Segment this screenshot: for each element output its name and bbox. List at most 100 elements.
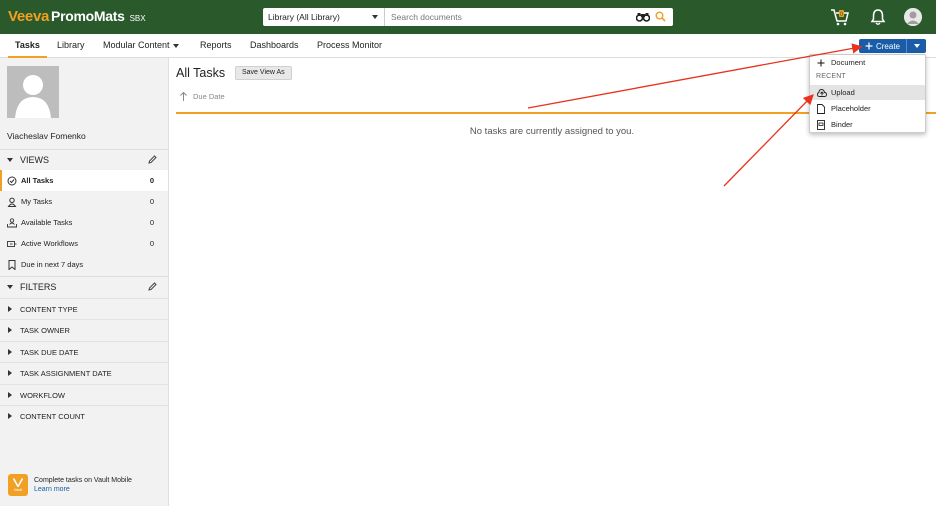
filters-section-header[interactable]: FILTERS bbox=[0, 276, 168, 296]
column-label: Due Date bbox=[193, 92, 225, 101]
filter-label: TASK ASSIGNMENT DATE bbox=[20, 368, 112, 378]
view-my-tasks[interactable]: My Tasks 0 bbox=[0, 191, 168, 212]
tab-tasks[interactable]: Tasks bbox=[8, 34, 47, 58]
logo-product: PromoMats bbox=[51, 8, 125, 24]
sidebar: Viacheslav Fomenko VIEWS All Tasks 0 My … bbox=[0, 58, 169, 506]
view-label: Available Tasks bbox=[21, 218, 73, 227]
create-dropdown-toggle[interactable] bbox=[907, 39, 926, 53]
tab-reports-label: Reports bbox=[200, 40, 232, 50]
search-bar: Library (All Library) bbox=[263, 8, 673, 26]
tab-process-monitor-label: Process Monitor bbox=[317, 40, 383, 50]
plus-icon bbox=[865, 42, 873, 50]
filter-label: CONTENT COUNT bbox=[20, 411, 85, 421]
people-tray-icon bbox=[7, 217, 17, 228]
search-scope-value: Library (All Library) bbox=[268, 12, 340, 22]
view-count: 0 bbox=[149, 197, 154, 206]
tab-dashboards-label: Dashboards bbox=[250, 40, 299, 50]
views-header-label: VIEWS bbox=[20, 154, 50, 165]
chevron-down-icon bbox=[372, 15, 378, 19]
filter-task-assignment-date[interactable]: TASK ASSIGNMENT DATE bbox=[0, 362, 168, 383]
create-label: Create bbox=[875, 41, 900, 51]
view-all-tasks[interactable]: All Tasks 0 bbox=[0, 170, 168, 191]
filter-task-due-date[interactable]: TASK DUE DATE bbox=[0, 341, 168, 362]
expand-triangle-icon bbox=[8, 392, 12, 398]
view-label: All Tasks bbox=[21, 176, 54, 185]
create-button[interactable]: Create bbox=[859, 39, 926, 53]
plus-icon bbox=[817, 59, 827, 67]
filter-label: WORKFLOW bbox=[20, 390, 65, 400]
sort-up-arrow-icon bbox=[180, 92, 187, 101]
search-input[interactable] bbox=[385, 8, 673, 26]
view-count: 0 bbox=[149, 218, 154, 227]
search-icon[interactable] bbox=[655, 11, 666, 24]
due-date-column-header[interactable]: Due Date bbox=[180, 92, 225, 101]
collapse-triangle-icon bbox=[7, 284, 13, 289]
cart-icon[interactable]: 0 bbox=[830, 8, 850, 28]
tab-library-label: Library bbox=[57, 40, 85, 50]
filter-label: TASK DUE DATE bbox=[20, 347, 79, 357]
collapse-triangle-icon bbox=[7, 157, 13, 162]
menu-item-label: Upload bbox=[831, 88, 855, 97]
create-dropdown-menu: Document RECENT Upload Placeholder Binde… bbox=[809, 54, 926, 133]
user-photo bbox=[7, 66, 59, 118]
menu-item-label: Placeholder bbox=[831, 104, 871, 113]
chevron-down-icon bbox=[913, 44, 920, 48]
search-scope-select[interactable]: Library (All Library) bbox=[263, 8, 385, 26]
chevron-down-icon bbox=[172, 43, 179, 48]
expand-triangle-icon bbox=[8, 370, 12, 376]
binoculars-icon[interactable] bbox=[635, 12, 651, 24]
tab-modular-content-label: Modular Content bbox=[103, 40, 170, 50]
person-icon bbox=[7, 197, 17, 207]
expand-triangle-icon bbox=[8, 349, 12, 355]
menu-item-upload[interactable]: Upload bbox=[810, 85, 925, 100]
filter-workflow[interactable]: WORKFLOW bbox=[0, 384, 168, 405]
view-available-tasks[interactable]: Available Tasks 0 bbox=[0, 212, 168, 233]
tab-modular-content[interactable]: Modular Content bbox=[103, 34, 179, 58]
tab-library[interactable]: Library bbox=[57, 34, 85, 58]
filter-label: TASK OWNER bbox=[20, 325, 70, 335]
top-bar: Veeva PromoMats SBX Library (All Library… bbox=[0, 0, 936, 34]
view-label: Due in next 7 days bbox=[21, 260, 84, 269]
main-nav: Tasks Library Modular Content Reports Da… bbox=[0, 34, 936, 58]
save-view-as-button[interactable]: Save View As bbox=[235, 66, 292, 80]
app-logo[interactable]: Veeva PromoMats SBX bbox=[8, 8, 146, 26]
check-circle-icon bbox=[7, 176, 17, 186]
tab-tasks-label: Tasks bbox=[15, 40, 40, 50]
view-active-workflows[interactable]: Active Workflows 0 bbox=[0, 233, 168, 254]
views-section-header[interactable]: VIEWS bbox=[0, 149, 168, 169]
recent-section-label: RECENT bbox=[816, 73, 846, 80]
menu-item-placeholder[interactable]: Placeholder bbox=[810, 101, 925, 116]
learn-more-link[interactable]: Learn more bbox=[34, 485, 132, 494]
annotation-arrow-upload bbox=[723, 94, 814, 187]
vault-mobile-logo: Vault bbox=[8, 474, 28, 496]
pencil-icon[interactable] bbox=[148, 155, 157, 166]
tab-dashboards[interactable]: Dashboards bbox=[250, 34, 299, 58]
bell-icon[interactable] bbox=[870, 8, 886, 28]
view-due-next-7-days[interactable]: Due in next 7 days bbox=[0, 254, 168, 275]
user-name: Viacheslav Fomenko bbox=[7, 131, 86, 141]
document-icon bbox=[817, 103, 827, 114]
expand-triangle-icon bbox=[8, 413, 12, 419]
expand-triangle-icon bbox=[8, 327, 12, 333]
mobile-promo-text: Complete tasks on Vault Mobile bbox=[34, 477, 132, 484]
view-count: 0 bbox=[149, 239, 154, 248]
tab-reports[interactable]: Reports bbox=[200, 34, 232, 58]
view-label: My Tasks bbox=[21, 197, 53, 206]
filter-content-type[interactable]: CONTENT TYPE bbox=[0, 298, 168, 319]
filters-header-label: FILTERS bbox=[20, 281, 57, 292]
filter-content-count[interactable]: CONTENT COUNT bbox=[0, 405, 168, 426]
user-avatar-icon[interactable] bbox=[904, 8, 922, 26]
vault-mobile-logo-text: Vault bbox=[13, 487, 23, 492]
pencil-icon[interactable] bbox=[148, 282, 157, 293]
workflow-icon bbox=[7, 239, 17, 249]
tab-process-monitor[interactable]: Process Monitor bbox=[317, 34, 382, 58]
menu-item-label: Document bbox=[831, 58, 866, 67]
create-main-button[interactable]: Create bbox=[859, 39, 907, 53]
page-title: All Tasks bbox=[176, 66, 226, 80]
view-label: Active Workflows bbox=[21, 239, 78, 248]
menu-item-label: Binder bbox=[831, 120, 853, 129]
menu-item-document[interactable]: Document bbox=[810, 55, 925, 70]
filter-task-owner[interactable]: TASK OWNER bbox=[0, 319, 168, 340]
menu-item-binder[interactable]: Binder bbox=[810, 117, 925, 132]
bookmark-icon bbox=[7, 259, 17, 270]
